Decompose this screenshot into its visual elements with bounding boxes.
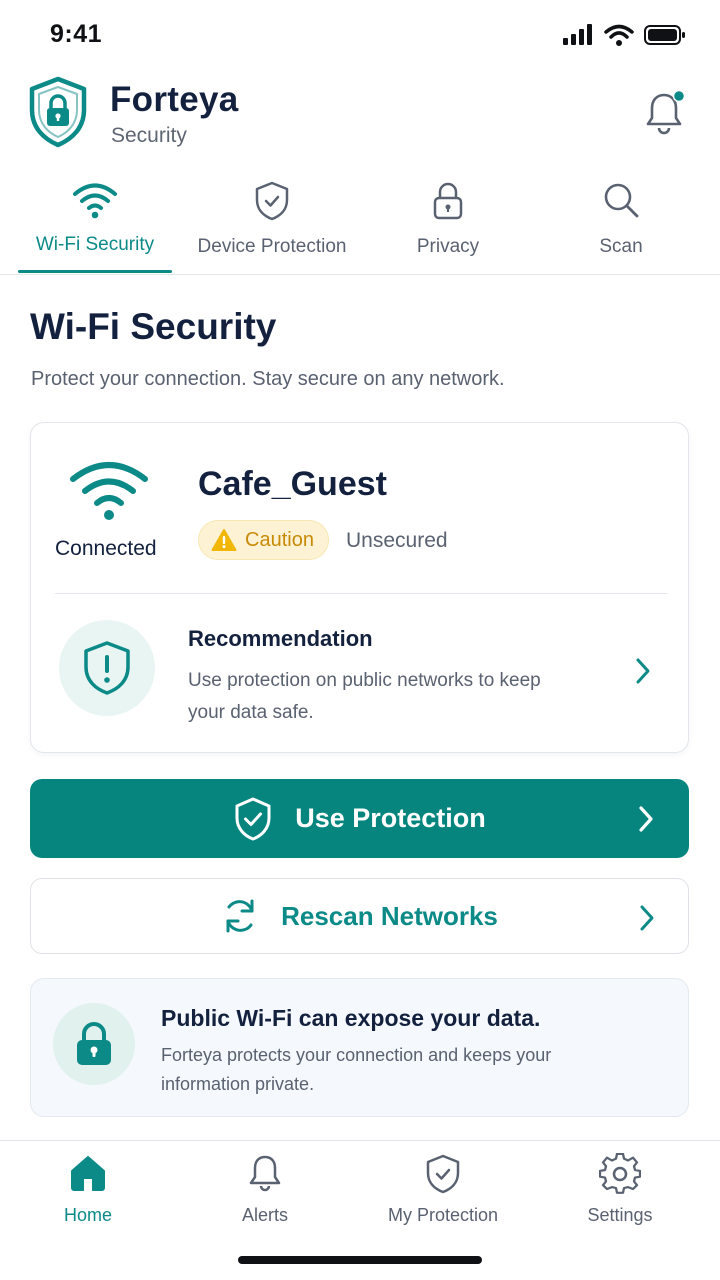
nav-my-protection[interactable]: My Protection	[378, 1153, 508, 1226]
gear-icon	[599, 1153, 641, 1194]
use-protection-button[interactable]: Use Protection	[30, 779, 689, 858]
active-tab-indicator	[18, 270, 172, 273]
top-tabs: Wi-Fi Security Device Protection Privacy	[0, 172, 720, 275]
status-bar: 9:41	[0, 0, 720, 70]
tab-label: Privacy	[416, 236, 480, 257]
brand-subtitle: Security	[111, 124, 187, 147]
home-icon	[71, 1156, 105, 1191]
tab-scan[interactable]: Scan	[566, 172, 676, 274]
refresh-icon	[226, 899, 254, 933]
nav-label: My Protection	[387, 1205, 499, 1225]
tab-privacy[interactable]: Privacy	[388, 172, 508, 274]
info-title: Public Wi-Fi can expose your data.	[161, 1005, 541, 1031]
chevron-right-icon	[640, 905, 654, 931]
tab-label: Device Protection	[197, 236, 347, 257]
warning-icon	[211, 529, 237, 551]
tab-wifi-security[interactable]: Wi-Fi Security	[18, 172, 172, 274]
nav-label: Home	[63, 1205, 112, 1225]
lock-icon	[77, 1022, 111, 1065]
shield-check-icon	[235, 797, 271, 840]
app-screen: 9:41 Forteya Security Wi-Fi Security Dev…	[0, 0, 720, 1280]
caution-badge: Caution	[198, 520, 329, 560]
wifi-connected-icon	[70, 462, 148, 520]
tab-device-protection[interactable]: Device Protection	[186, 172, 358, 274]
bottom-navigation: Home Alerts My Protection Settings	[0, 1140, 720, 1280]
status-time: 9:41	[50, 20, 103, 48]
rescan-networks-button[interactable]: Rescan Networks	[30, 878, 689, 954]
lock-icon	[433, 182, 463, 220]
shield-lock-logo-icon	[29, 76, 87, 148]
security-status: Unsecured	[346, 529, 448, 552]
notification-bell-icon[interactable]	[644, 90, 684, 136]
bell-icon	[249, 1155, 281, 1192]
home-indicator	[238, 1256, 482, 1264]
shield-alert-icon	[84, 641, 130, 695]
recommendation-body: Use protection on public networks to kee…	[188, 670, 541, 723]
caution-label: Caution	[245, 528, 314, 551]
wifi-icon	[73, 183, 117, 219]
notification-dot	[672, 90, 684, 103]
nav-label: Settings	[587, 1205, 653, 1225]
brand-name: Forteya	[110, 80, 239, 119]
chevron-right-icon	[639, 806, 653, 832]
shield-check-icon	[255, 181, 289, 221]
use-protection-label: Use Protection	[295, 803, 486, 833]
signal-icon	[563, 24, 592, 45]
nav-settings[interactable]: Settings	[575, 1153, 665, 1226]
info-body: Forteya protects your connection and kee…	[161, 1045, 552, 1094]
nav-label: Alerts	[241, 1205, 288, 1225]
rescan-networks-label: Rescan Networks	[281, 900, 498, 931]
network-name: Cafe_Guest	[198, 465, 387, 503]
network-status-card: Connected Cafe_Guest Caution Unsecured R…	[30, 422, 689, 753]
chevron-right-icon[interactable]	[634, 656, 652, 686]
nav-alerts[interactable]: Alerts	[225, 1153, 305, 1226]
page-title: Wi-Fi Security	[30, 306, 277, 347]
recommendation-title: Recommendation	[188, 626, 373, 651]
nav-home[interactable]: Home	[48, 1153, 128, 1226]
battery-icon	[644, 25, 685, 45]
page-subtitle: Protect your connection. Stay secure on …	[31, 368, 505, 390]
recommendation-icon-circle	[59, 620, 155, 716]
wifi-status-icon	[604, 24, 634, 46]
shield-check-icon	[426, 1154, 460, 1194]
connection-status: Connected	[55, 537, 157, 560]
divider	[55, 593, 667, 594]
public-wifi-info-card: Public Wi-Fi can expose your data. Forte…	[30, 978, 689, 1117]
status-icons	[562, 24, 686, 46]
tab-label: Scan	[599, 236, 643, 257]
app-header: Forteya Security	[0, 72, 720, 168]
info-icon-circle	[53, 1003, 135, 1085]
tab-label: Wi-Fi Security	[35, 234, 155, 255]
search-icon	[604, 183, 639, 218]
